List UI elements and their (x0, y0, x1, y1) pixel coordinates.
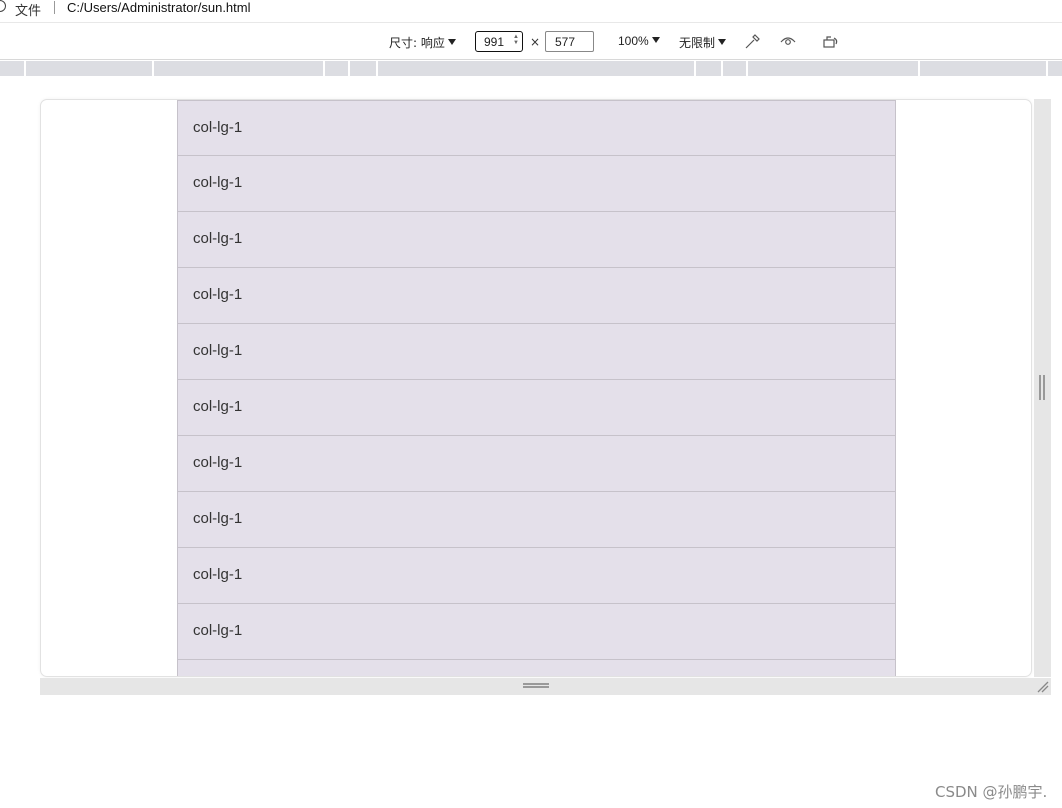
ruler-tick (721, 61, 723, 76)
address-bar: 文件 C:/Users/Administrator/sun.html (0, 0, 1062, 20)
col-lg-1-cell: col-lg-1 (177, 604, 896, 660)
ruler-tick (694, 61, 696, 76)
ruler-tick (348, 61, 350, 76)
col-lg-1-cell: col-lg-1 (177, 492, 896, 548)
device-toolbar: 尺寸: 响应 991 ▲ ▼ × 577 100% 无限制 (0, 23, 1062, 60)
col-lg-1-cell: col-lg-1 (177, 268, 896, 324)
container: col-lg-1 col-lg-1 col-lg-1 col-lg-1 col-… (177, 100, 896, 676)
ruler-tick (323, 61, 325, 76)
ruler-tick (24, 61, 26, 76)
eye-icon[interactable] (779, 32, 797, 50)
corner-resize-handle[interactable] (1034, 678, 1051, 695)
ruler-tick (152, 61, 154, 76)
col-lg-1-cell: col-lg-1 (177, 380, 896, 436)
caret-down-icon (718, 39, 727, 45)
vertical-grip-icon (1039, 375, 1045, 400)
col-lg-1-cell: col-lg-1 (177, 156, 896, 212)
col-lg-1-cell: col-lg-1 (177, 212, 896, 268)
address-separator (54, 1, 55, 14)
zoom-dropdown[interactable]: 100% (618, 34, 660, 48)
col-lg-1-cell: col-lg-1 (177, 100, 896, 156)
height-value: 577 (555, 35, 576, 49)
col-lg-1-cell: col-lg-1 (177, 548, 896, 604)
caret-down-icon (651, 37, 660, 43)
height-input[interactable]: 577 (545, 31, 594, 52)
right-resize-handle[interactable] (1034, 99, 1051, 677)
file-scheme-label: 文件 (15, 4, 42, 19)
spinner-icon[interactable]: ▲ ▼ (513, 34, 519, 46)
throttle-dropdown[interactable]: 无限制 (679, 34, 727, 51)
ruler-tick (746, 61, 748, 76)
dimensions-dropdown[interactable]: 尺寸: 响应 (389, 34, 456, 51)
bottom-resize-handle[interactable] (40, 678, 1051, 695)
media-query-ruler[interactable] (0, 61, 1062, 76)
throttle-label: 无限制 (679, 36, 716, 50)
dimensions-label: 尺寸: 响应 (389, 36, 445, 50)
width-value: 991 (484, 35, 505, 49)
watermark: CSDN @孙鹏宇. (935, 783, 1048, 801)
ruler-tick (918, 61, 920, 76)
info-icon[interactable] (0, 0, 6, 12)
resize-corner-icon (1037, 681, 1049, 693)
width-input[interactable]: 991 ▲ ▼ (475, 31, 523, 52)
col-lg-1-cell: col-lg-1 (177, 436, 896, 492)
eyedropper-icon[interactable] (744, 32, 762, 50)
ruler-tick (376, 61, 378, 76)
emulated-viewport: col-lg-1 col-lg-1 col-lg-1 col-lg-1 col-… (40, 99, 1032, 677)
col-lg-1-cell (177, 660, 896, 676)
zoom-label: 100% (618, 34, 649, 48)
horizontal-grip-icon (523, 683, 549, 688)
url-text[interactable]: C:/Users/Administrator/sun.html (67, 0, 251, 15)
ruler-tick (1046, 61, 1048, 76)
times-sign: × (530, 35, 541, 49)
col-lg-1-cell: col-lg-1 (177, 324, 896, 380)
caret-down-icon (447, 39, 456, 45)
rotate-icon[interactable] (822, 32, 840, 50)
